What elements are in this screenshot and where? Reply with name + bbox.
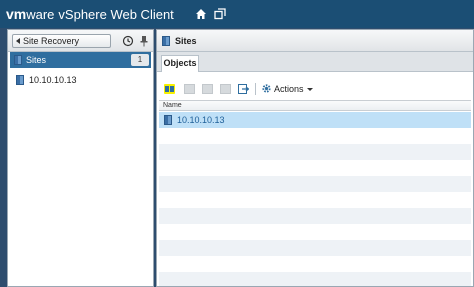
tab-objects[interactable]: Objects — [161, 55, 199, 72]
new-window-icon[interactable] — [214, 8, 226, 20]
empty-row — [159, 224, 471, 240]
pin-icon[interactable] — [139, 35, 149, 47]
empty-row — [159, 272, 471, 286]
back-arrow-icon — [16, 38, 20, 44]
page-title: Sites — [157, 30, 473, 52]
export-icon[interactable] — [238, 84, 249, 94]
back-button[interactable]: Site Recovery — [12, 34, 111, 48]
back-button-label: Site Recovery — [23, 36, 80, 46]
navigator-panel: Site Recovery Sites 1 10.10.10.13 — [7, 29, 154, 287]
page-title-label: Sites — [175, 36, 197, 46]
table-row[interactable]: 10.10.10.13 — [159, 112, 471, 128]
objects-toolbar: Actions — [157, 79, 473, 99]
sites-count-badge: 1 — [131, 54, 149, 66]
empty-row — [159, 160, 471, 176]
brand-ware: ware — [26, 7, 55, 22]
main-panel: Sites Objects Actions Name 10.10.10.13 — [156, 29, 474, 287]
site-icon — [16, 75, 24, 85]
navigator-toolbar: Site Recovery — [8, 30, 153, 52]
brand-logo: vmware vSphere Web Client — [6, 6, 174, 22]
actions-label: Actions — [274, 84, 304, 94]
empty-row — [159, 256, 471, 272]
tree-item-site-label: 10.10.10.13 — [29, 75, 77, 85]
tree-item-site[interactable]: 10.10.10.13 — [16, 74, 77, 86]
app-header: vmware vSphere Web Client — [0, 0, 474, 28]
column-header-name[interactable]: Name — [159, 101, 471, 111]
chevron-down-icon — [306, 88, 313, 91]
empty-row — [159, 176, 471, 192]
home-icon[interactable] — [195, 8, 207, 20]
empty-row — [159, 128, 471, 144]
empty-row — [159, 192, 471, 208]
product-name: vSphere Web Client — [58, 7, 174, 22]
brand-vm: vm — [6, 6, 27, 22]
disabled-action-icon[interactable] — [220, 84, 231, 94]
sites-title-icon — [162, 36, 170, 46]
nav-item-sites-label: Sites — [26, 55, 47, 65]
pair-site-icon[interactable] — [164, 84, 175, 94]
empty-row — [159, 144, 471, 160]
gear-icon — [262, 84, 271, 93]
empty-row — [159, 240, 471, 256]
objects-grid: Name 10.10.10.13 — [159, 100, 471, 286]
empty-row — [159, 208, 471, 224]
actions-menu-button[interactable]: Actions — [261, 83, 313, 95]
history-icon[interactable] — [122, 35, 134, 47]
site-icon — [164, 115, 172, 125]
tab-strip: Objects — [157, 52, 473, 72]
toolbar-separator — [255, 83, 256, 95]
nav-item-sites[interactable]: Sites 1 — [10, 52, 151, 68]
sites-icon — [14, 55, 22, 65]
disabled-action-icon[interactable] — [202, 84, 213, 94]
disabled-action-icon[interactable] — [184, 84, 195, 94]
site-name-cell[interactable]: 10.10.10.13 — [177, 112, 225, 128]
